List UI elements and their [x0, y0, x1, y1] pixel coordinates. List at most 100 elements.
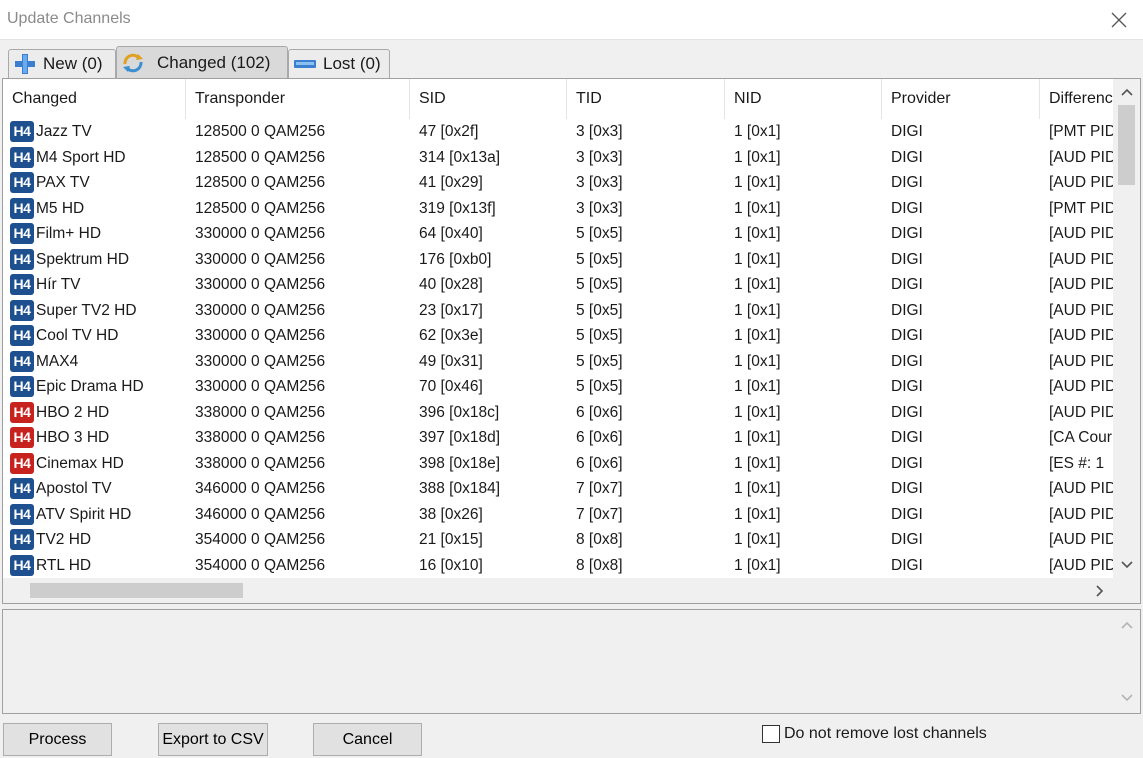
cell-sid: 47 [0x2f] [419, 123, 479, 140]
channel-type-icon: H4 [10, 478, 34, 500]
horizontal-scrollbar[interactable] [3, 578, 1113, 603]
keep-lost-checkbox[interactable] [762, 725, 780, 743]
column-header-differences[interactable]: Differenc [1040, 79, 1113, 119]
horizontal-scroll-thumb[interactable] [30, 583, 243, 598]
table-row[interactable]: H4 Film+ HD 330000 0 QAM256 64 [0x40] 5 [0x5… [3, 221, 1113, 247]
vertical-scroll-thumb[interactable] [1118, 105, 1135, 185]
details-scroll-down-icon[interactable] [1113, 685, 1140, 711]
details-scrollbar[interactable] [1113, 610, 1140, 713]
cell-tid: 5 [0x5] [576, 301, 623, 319]
channel-name: Epic Drama HD [36, 378, 144, 395]
details-scroll-up-icon[interactable] [1113, 612, 1140, 638]
cell-sid: 40 [0x28] [419, 276, 483, 293]
cell-sid: 70 [0x46] [419, 378, 483, 395]
keep-lost-option[interactable]: Do not remove lost channels [762, 724, 987, 744]
cell-transponder: 330000 0 QAM256 [195, 276, 326, 293]
cell-provider: DIGI [891, 454, 923, 472]
channel-type-icon: H4 [10, 299, 34, 321]
cell-nid: 1 [0x1] [734, 199, 781, 217]
channel-type-icon: H4 [10, 427, 34, 449]
column-header-sid[interactable]: SID [410, 79, 567, 119]
cell-provider: DIGI [891, 429, 923, 446]
column-header-transponder[interactable]: Transponder [186, 79, 410, 119]
tab-changed[interactable]: Changed (102) [116, 46, 288, 78]
tab-lost[interactable]: Lost (0) [288, 49, 390, 78]
table-row[interactable]: H4 HBO 3 HD 338000 0 QAM256 397 [0x18d] 6 [0… [3, 425, 1113, 451]
tab-new[interactable]: New (0) [8, 49, 116, 78]
scroll-down-icon[interactable] [1113, 552, 1140, 578]
cell-tid: 3 [0x3] [576, 174, 623, 191]
cell-nid: 1 [0x1] [734, 225, 781, 242]
channel-name: MAX4 [36, 352, 79, 370]
cell-differences: [PMT PID [1049, 123, 1113, 140]
table-row[interactable]: H4 PAX TV 128500 0 QAM256 41 [0x29] 3 [0x3] 1… [3, 170, 1113, 196]
cell-channel-name: H4 HBO 3 HD [3, 425, 186, 451]
cell-nid: 1 [0x1] [734, 276, 781, 293]
cell-sid: 38 [0x26] [419, 505, 483, 523]
channel-name: Cinemax HD [36, 454, 124, 472]
channel-name: RTL HD [36, 556, 92, 574]
scroll-right-icon[interactable] [1086, 578, 1113, 603]
cell-tid: 8 [0x8] [576, 556, 623, 574]
scroll-left-icon[interactable] [3, 578, 30, 603]
process-button[interactable]: Process [3, 723, 112, 756]
cell-differences: [PMT PID [1049, 199, 1113, 217]
table-row[interactable]: H4 RTL HD 354000 0 QAM256 16 [0x10] 8 [0x8] 1… [3, 553, 1113, 579]
channel-type-icon: H4 [10, 376, 34, 398]
cell-differences: [AUD PID [1049, 327, 1113, 344]
cell-nid: 1 [0x1] [734, 327, 781, 344]
column-header-changed[interactable]: Changed [3, 79, 186, 119]
cell-transponder: 128500 0 QAM256 [195, 199, 326, 217]
cancel-button[interactable]: Cancel [313, 723, 422, 756]
cell-provider: DIGI [891, 403, 923, 421]
cell-sid: 23 [0x17] [419, 301, 483, 319]
close-button[interactable] [1095, 0, 1143, 40]
channel-type-icon: H4 [10, 401, 34, 423]
cell-tid: 5 [0x5] [576, 378, 623, 395]
vertical-scrollbar[interactable] [1113, 79, 1140, 578]
table-row[interactable]: H4 Cinemax HD 338000 0 QAM256 398 [0x18e] 6 … [3, 451, 1113, 477]
cell-tid: 6 [0x6] [576, 429, 623, 446]
table-row[interactable]: H4 Jazz TV 128500 0 QAM256 47 [0x2f] 3 [0x3]… [3, 119, 1113, 145]
table-row[interactable]: H4 Apostol TV 346000 0 QAM256 388 [0x184] 7 … [3, 476, 1113, 502]
column-header-tid[interactable]: TID [567, 79, 725, 119]
cell-provider: DIGI [891, 352, 923, 370]
table-row[interactable]: H4 Hír TV 330000 0 QAM256 40 [0x28] 5 [0x5] 1… [3, 272, 1113, 298]
column-header-provider[interactable]: Provider [882, 79, 1040, 119]
channel-name: Hír TV [36, 276, 81, 293]
cell-sid: 16 [0x10] [419, 556, 483, 574]
cell-provider: DIGI [891, 123, 923, 140]
table-row[interactable]: H4 Spektrum HD 330000 0 QAM256 176 [0xb0] 5 … [3, 247, 1113, 273]
scroll-up-icon[interactable] [1113, 79, 1140, 105]
table-row[interactable]: H4 M5 HD 128500 0 QAM256 319 [0x13f] 3 [0x3]… [3, 196, 1113, 222]
cell-nid: 1 [0x1] [734, 301, 781, 319]
channel-type-icon: H4 [10, 146, 34, 168]
cell-nid: 1 [0x1] [734, 174, 781, 191]
table-row[interactable]: H4 HBO 2 HD 338000 0 QAM256 396 [0x18c] 6 [0… [3, 400, 1113, 426]
cell-sid: 314 [0x13a] [419, 148, 501, 166]
table-row[interactable]: H4 ATV Spirit HD 346000 0 QAM256 38 [0x26] 7… [3, 502, 1113, 528]
details-panel[interactable] [2, 609, 1141, 714]
cell-transponder: 330000 0 QAM256 [195, 250, 326, 268]
cell-differences: [AUD PID [1049, 276, 1113, 293]
table-row[interactable]: H4 Super TV2 HD 330000 0 QAM256 23 [0x17] 5 … [3, 298, 1113, 324]
cell-nid: 1 [0x1] [734, 531, 781, 548]
cell-channel-name: H4 Spektrum HD [3, 247, 186, 273]
export-csv-button[interactable]: Export to CSV [158, 723, 268, 756]
table-row[interactable]: H4 Cool TV HD 330000 0 QAM256 62 [0x3e] 5 [0… [3, 323, 1113, 349]
channel-type-icon: H4 [10, 121, 34, 143]
cell-nid: 1 [0x1] [734, 352, 781, 370]
cell-transponder: 330000 0 QAM256 [195, 225, 326, 242]
table-row[interactable]: H4 M4 Sport HD 128500 0 QAM256 314 [0x13a] 3… [3, 145, 1113, 171]
cell-channel-name: H4 M5 HD [3, 196, 186, 222]
table-row[interactable]: H4 TV2 HD 354000 0 QAM256 21 [0x15] 8 [0x8] 1… [3, 527, 1113, 553]
cell-provider: DIGI [891, 225, 923, 242]
cell-differences: [CA Cour [1049, 429, 1112, 446]
table-row[interactable]: H4 MAX4 330000 0 QAM256 49 [0x31] 5 [0x5] 1 [… [3, 349, 1113, 375]
column-header-nid[interactable]: NID [725, 79, 882, 119]
channel-name: HBO 3 HD [36, 429, 110, 446]
table-row[interactable]: H4 Epic Drama HD 330000 0 QAM256 70 [0x46] 5… [3, 374, 1113, 400]
cell-nid: 1 [0x1] [734, 403, 781, 421]
cell-transponder: 128500 0 QAM256 [195, 148, 326, 166]
cell-differences: [AUD PID [1049, 352, 1113, 370]
